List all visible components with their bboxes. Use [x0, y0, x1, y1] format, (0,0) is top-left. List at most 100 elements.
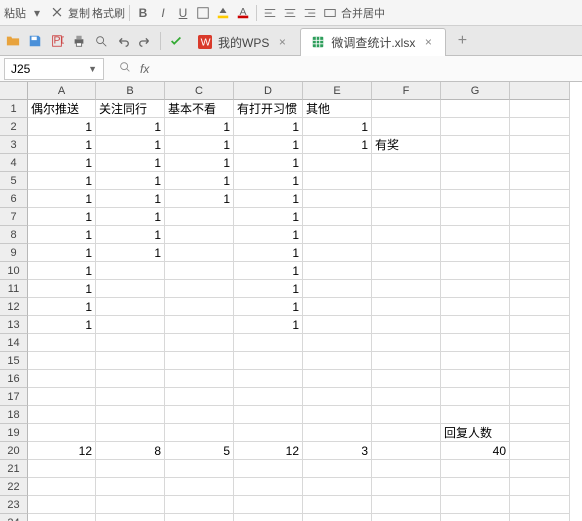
cell[interactable] — [96, 280, 165, 298]
cell[interactable] — [441, 244, 510, 262]
cell[interactable] — [441, 208, 510, 226]
cell[interactable] — [441, 496, 510, 514]
cell[interactable] — [510, 496, 570, 514]
cell[interactable] — [96, 478, 165, 496]
cell[interactable]: 1 — [28, 280, 96, 298]
cell[interactable] — [303, 424, 372, 442]
cell[interactable] — [96, 262, 165, 280]
cell[interactable] — [441, 280, 510, 298]
cell[interactable]: 1 — [234, 316, 303, 334]
cell[interactable] — [303, 334, 372, 352]
select-all-corner[interactable] — [0, 82, 28, 100]
paste-label[interactable]: 粘贴 — [4, 5, 26, 21]
cell[interactable] — [165, 316, 234, 334]
cell[interactable] — [303, 496, 372, 514]
cell[interactable] — [510, 118, 570, 136]
cell[interactable]: 1 — [28, 208, 96, 226]
cell[interactable] — [510, 352, 570, 370]
align-right-icon[interactable] — [301, 4, 319, 22]
cell[interactable] — [510, 370, 570, 388]
cell[interactable] — [441, 406, 510, 424]
cell[interactable] — [96, 514, 165, 521]
cell[interactable]: 12 — [28, 442, 96, 460]
cell[interactable] — [96, 334, 165, 352]
cell[interactable]: 1 — [234, 136, 303, 154]
cell[interactable] — [165, 280, 234, 298]
cell[interactable] — [303, 370, 372, 388]
cell[interactable] — [510, 460, 570, 478]
column-header[interactable]: G — [441, 82, 510, 100]
row-header[interactable]: 24 — [0, 514, 28, 521]
cell[interactable] — [441, 460, 510, 478]
cell[interactable]: 1 — [96, 244, 165, 262]
cell[interactable] — [372, 262, 441, 280]
close-icon[interactable]: × — [421, 35, 435, 49]
redo-icon[interactable] — [135, 31, 155, 51]
underline-icon[interactable]: U — [174, 4, 192, 22]
cell[interactable] — [372, 442, 441, 460]
cell[interactable]: 1 — [234, 262, 303, 280]
cell[interactable]: 40 — [441, 442, 510, 460]
cell[interactable] — [303, 514, 372, 521]
cell[interactable] — [372, 352, 441, 370]
copy-label[interactable]: 复制 — [68, 5, 90, 21]
cell[interactable] — [165, 424, 234, 442]
cell[interactable]: 有打开习惯 — [234, 100, 303, 118]
cell[interactable] — [372, 406, 441, 424]
cell[interactable] — [96, 406, 165, 424]
column-header[interactable]: A — [28, 82, 96, 100]
cell[interactable] — [510, 136, 570, 154]
cell[interactable] — [372, 226, 441, 244]
column-header[interactable]: B — [96, 82, 165, 100]
cell[interactable] — [372, 190, 441, 208]
cell[interactable] — [510, 244, 570, 262]
cell[interactable]: 1 — [28, 316, 96, 334]
cell[interactable] — [441, 172, 510, 190]
row-header[interactable]: 9 — [0, 244, 28, 262]
cell[interactable] — [372, 478, 441, 496]
open-icon[interactable] — [3, 31, 23, 51]
cell[interactable]: 5 — [165, 442, 234, 460]
cell[interactable]: 1 — [28, 298, 96, 316]
font-color-icon[interactable]: A — [234, 4, 252, 22]
row-header[interactable]: 3 — [0, 136, 28, 154]
cell[interactable]: 1 — [96, 226, 165, 244]
cell[interactable]: 有奖 — [372, 136, 441, 154]
cell[interactable]: 1 — [234, 226, 303, 244]
cell[interactable] — [96, 298, 165, 316]
cell[interactable]: 1 — [96, 208, 165, 226]
cell[interactable] — [510, 208, 570, 226]
cell[interactable] — [441, 190, 510, 208]
cell[interactable]: 1 — [28, 262, 96, 280]
cells-area[interactable]: 偶尔推送关注同行基本不看有打开习惯其他1111111111有奖111111111… — [28, 100, 570, 521]
column-header[interactable]: D — [234, 82, 303, 100]
cell[interactable] — [28, 334, 96, 352]
format-painter-label[interactable]: 格式刷 — [92, 5, 125, 21]
cell[interactable] — [441, 100, 510, 118]
cell[interactable] — [441, 334, 510, 352]
cell[interactable] — [510, 424, 570, 442]
cell[interactable] — [441, 118, 510, 136]
cell[interactable] — [96, 388, 165, 406]
cell[interactable] — [28, 370, 96, 388]
pdf-icon[interactable]: PDF — [47, 31, 67, 51]
cell[interactable] — [165, 226, 234, 244]
fx-icon[interactable]: fx — [140, 62, 149, 76]
cell[interactable]: 1 — [234, 298, 303, 316]
cell[interactable] — [510, 514, 570, 521]
cell[interactable] — [165, 388, 234, 406]
cell[interactable]: 1 — [234, 280, 303, 298]
row-header[interactable]: 17 — [0, 388, 28, 406]
cell[interactable]: 1 — [234, 118, 303, 136]
tab-file[interactable]: 微调查统计.xlsx × — [300, 28, 446, 56]
cell[interactable] — [441, 316, 510, 334]
cell[interactable]: 1 — [96, 154, 165, 172]
cell[interactable] — [510, 442, 570, 460]
cell[interactable] — [510, 388, 570, 406]
cell[interactable] — [234, 478, 303, 496]
row-header[interactable]: 15 — [0, 352, 28, 370]
column-header[interactable]: F — [372, 82, 441, 100]
cell[interactable] — [441, 352, 510, 370]
cell[interactable] — [165, 514, 234, 521]
cell[interactable] — [303, 172, 372, 190]
